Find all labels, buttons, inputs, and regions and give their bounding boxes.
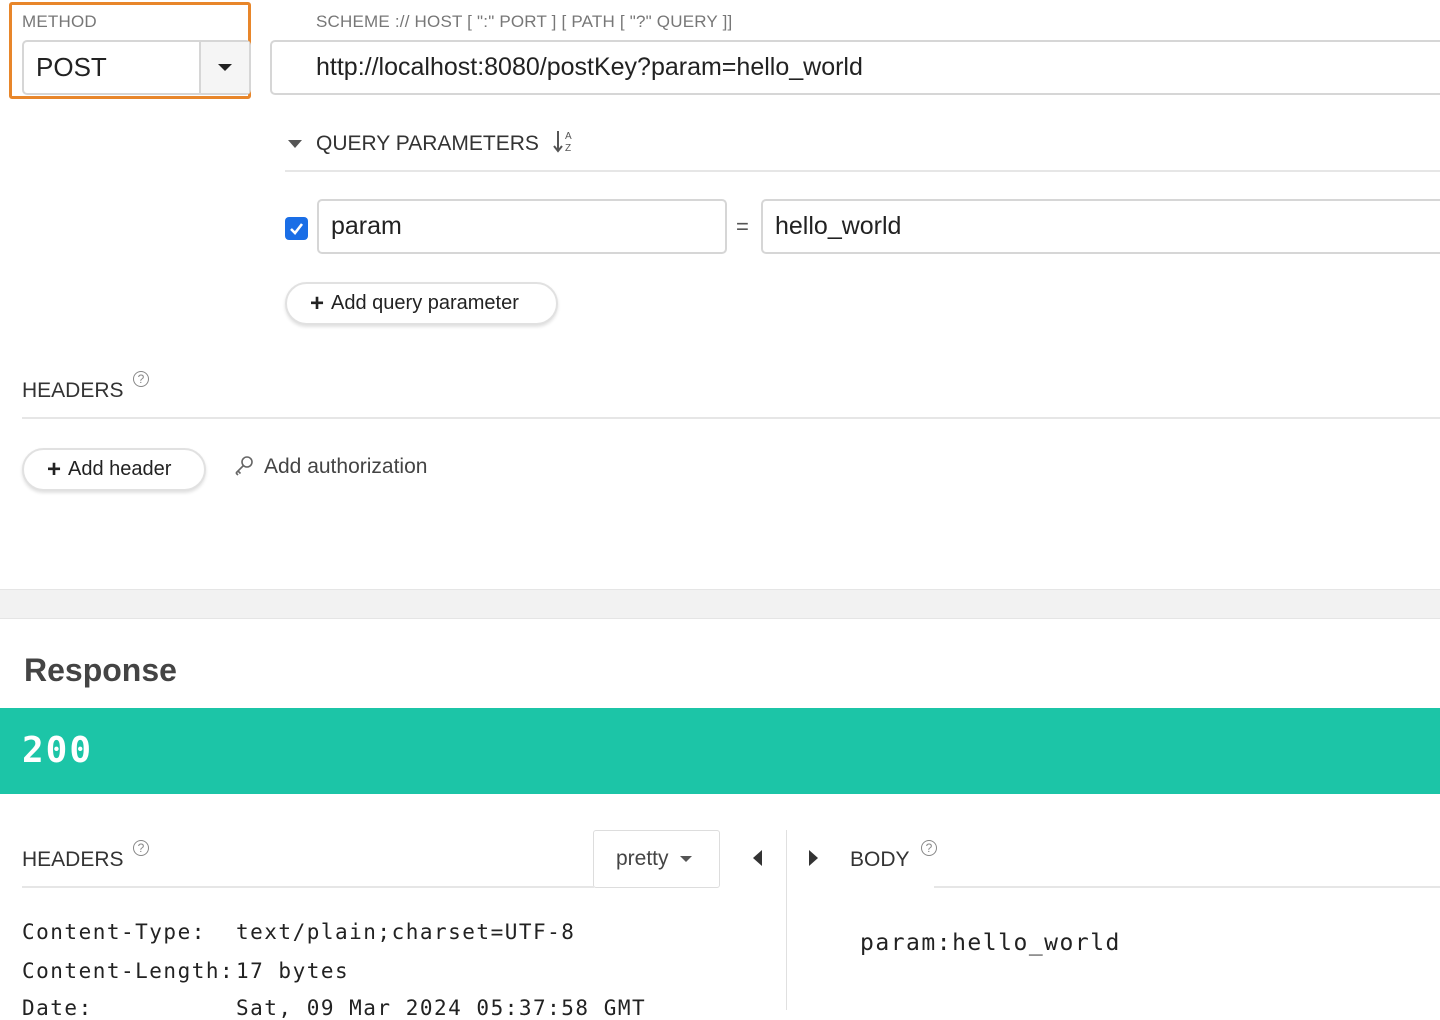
- response-body-content: param:hello_world: [860, 930, 1121, 956]
- add-query-parameter-label: Add query parameter: [331, 292, 519, 314]
- help-icon[interactable]: ?: [133, 840, 149, 856]
- format-select[interactable]: pretty: [593, 830, 720, 888]
- response-body-title: BODY: [850, 848, 910, 871]
- header-value: Sat, 09 Mar 2024 05:37:58 GMT: [236, 996, 647, 1020]
- plus-icon: +: [310, 289, 325, 317]
- add-authorization-label: Add authorization: [264, 455, 428, 478]
- status-bar: [0, 708, 1440, 794]
- help-icon[interactable]: ?: [921, 840, 937, 856]
- request-headers-title: HEADERS: [22, 379, 124, 402]
- plus-icon: +: [47, 455, 62, 483]
- request-headers-divider: [22, 417, 1440, 419]
- url-label: SCHEME :// HOST [ ":" PORT ] [ PATH [ "?…: [316, 12, 733, 31]
- param-equals-sign: =: [736, 214, 749, 239]
- expand-right-icon[interactable]: [809, 850, 818, 866]
- chevron-down-icon: [679, 856, 692, 862]
- header-value: 17 bytes: [236, 959, 350, 983]
- url-input[interactable]: http://localhost:8080/postKey?param=hell…: [270, 40, 1440, 95]
- param-value-input[interactable]: hello_world: [761, 199, 1440, 254]
- add-query-parameter-button[interactable]: + Add query parameter: [285, 282, 558, 325]
- query-parameters-divider: [285, 170, 1440, 172]
- header-name: Content-Type:: [22, 920, 206, 944]
- add-header-label: Add header: [68, 458, 172, 480]
- add-header-button[interactable]: + Add header: [22, 448, 206, 491]
- method-value: POST: [36, 52, 107, 82]
- sort-alpha-icon[interactable]: A Z: [553, 128, 575, 159]
- svg-text:Z: Z: [565, 143, 571, 154]
- method-dropdown-button[interactable]: [199, 42, 249, 93]
- add-authorization-button[interactable]: Add authorization: [233, 455, 427, 479]
- response-headers-divider: [22, 886, 594, 888]
- method-label: METHOD: [22, 12, 97, 31]
- status-code: 200: [22, 730, 94, 771]
- response-headers-title: HEADERS: [22, 848, 124, 871]
- response-body-divider: [934, 886, 1440, 888]
- help-icon[interactable]: ?: [133, 371, 149, 387]
- method-select[interactable]: POST: [22, 40, 251, 95]
- collapse-left-icon[interactable]: [753, 850, 762, 866]
- collapse-caret-icon: [288, 139, 302, 148]
- header-value: text/plain;charset=UTF-8: [236, 920, 576, 944]
- checkmark-icon: [290, 223, 304, 235]
- header-name: Date:: [22, 996, 93, 1020]
- format-value: pretty: [616, 847, 669, 870]
- response-title: Response: [24, 652, 177, 688]
- chevron-down-icon: [218, 64, 232, 71]
- header-name: Content-Length:: [22, 959, 235, 983]
- svg-text:A: A: [565, 131, 572, 142]
- param-key-input[interactable]: param: [317, 199, 727, 254]
- panel-separator[interactable]: [786, 830, 787, 1010]
- key-icon: [235, 456, 253, 476]
- param-enabled-checkbox[interactable]: [285, 217, 308, 240]
- section-separator: [0, 589, 1440, 619]
- query-parameters-title: QUERY PARAMETERS: [316, 131, 539, 155]
- query-parameters-toggle[interactable]: QUERY PARAMETERS A Z: [288, 128, 575, 159]
